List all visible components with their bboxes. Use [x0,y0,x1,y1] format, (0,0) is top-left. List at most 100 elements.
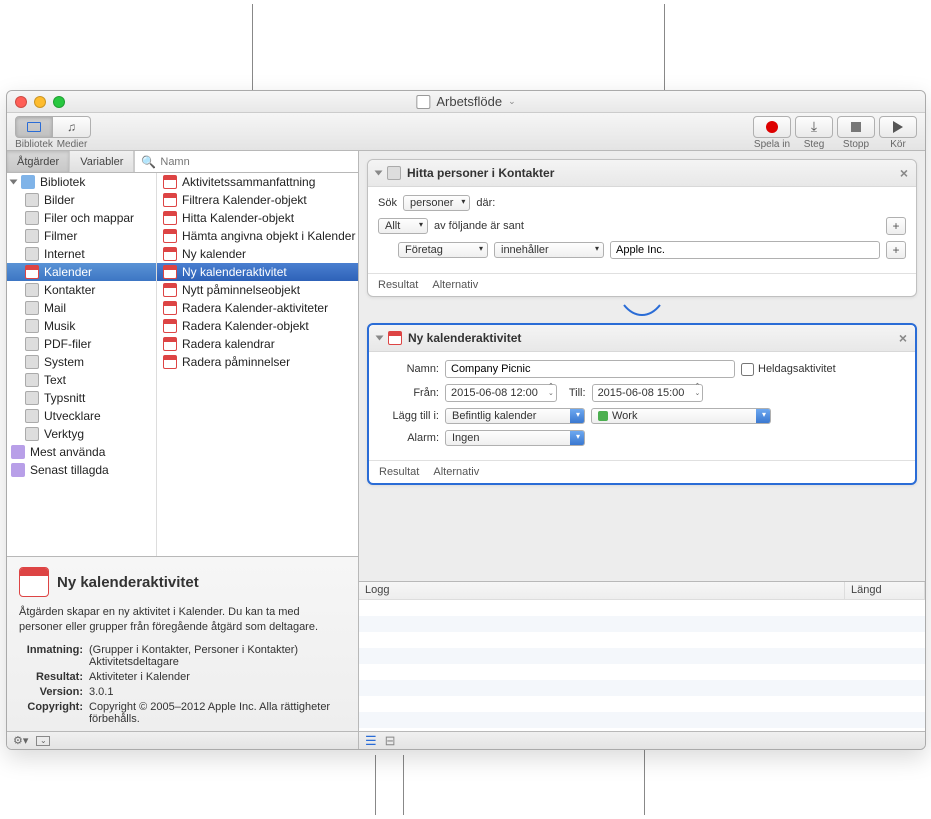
close-icon[interactable] [15,96,27,108]
library-button[interactable] [15,116,53,138]
smart-folder-item[interactable]: Senast tillagda [7,461,156,479]
close-icon[interactable]: × [900,165,908,181]
category-list[interactable]: Bibliotek BilderFiler och mapparFilmerIn… [7,173,157,556]
length-column-header[interactable]: Längd [845,582,925,599]
action-item[interactable]: Radera Kalender-aktiviteter [157,299,358,317]
scope-popup[interactable]: personer [403,195,470,211]
stop-button[interactable] [837,116,875,138]
action-item[interactable]: Ny kalenderaktivitet [157,263,358,281]
category-item[interactable]: PDF-filer [7,335,156,353]
calendar-popup[interactable]: Work [591,408,771,424]
allday-checkbox[interactable]: Heldagsaktivitet [741,363,836,376]
action-item[interactable]: Nytt påminnelseobjekt [157,281,358,299]
close-icon[interactable]: × [899,330,907,346]
category-item[interactable]: Kalender [7,263,156,281]
action-find-contacts[interactable]: Hitta personer i Kontakter × Sök persone… [367,159,917,297]
operator-popup[interactable]: innehåller [494,242,604,258]
category-icon [25,283,39,297]
category-icon [25,391,39,405]
result-tab[interactable]: Resultat [378,279,418,291]
category-icon [25,247,39,261]
smart-folder-item[interactable]: Mest använda [7,443,156,461]
add-rule-button[interactable]: + [886,217,906,235]
workflow-area[interactable]: Hitta personer i Kontakter × Sök persone… [359,151,925,581]
library-root[interactable]: Bibliotek [7,173,156,191]
calendar-icon [163,211,177,225]
category-item[interactable]: Bilder [7,191,156,209]
workflow-view-icon[interactable]: ☰ [365,733,377,749]
action-item[interactable]: Radera påminnelser [157,353,358,371]
music-icon: ♫ [67,120,76,134]
options-tab[interactable]: Alternativ [433,466,479,478]
event-name-input[interactable] [445,360,735,378]
value-input[interactable] [610,241,880,259]
search-field[interactable]: 🔍 [134,151,358,172]
action-item[interactable]: Filtrera Kalender-objekt [157,191,358,209]
category-item[interactable]: Typsnitt [7,389,156,407]
action-item[interactable]: Ny kalender [157,245,358,263]
minimize-icon[interactable] [34,96,46,108]
search-icon: 🔍 [141,155,156,169]
category-item[interactable]: System [7,353,156,371]
automator-window: Arbetsflöde ⌄ ♫ Bibliotek Medier Spela i… [6,90,926,750]
step-button[interactable]: ⤓ [795,116,833,138]
category-icon [25,193,39,207]
tab-actions[interactable]: Åtgärder [7,151,70,172]
collapse-icon[interactable]: ⌄ [36,736,50,746]
category-icon [25,211,39,225]
category-item[interactable]: Internet [7,245,156,263]
category-icon [25,301,39,315]
calendar-icon [163,283,177,297]
action-title: Hitta personer i Kontakter [407,166,554,180]
category-item[interactable]: Utvecklare [7,407,156,425]
category-icon [25,355,39,369]
category-item[interactable]: Kontakter [7,281,156,299]
calendar-icon [163,319,177,333]
category-item[interactable]: Mail [7,299,156,317]
record-button[interactable] [753,116,791,138]
from-datetime[interactable]: 2015-06-08 12:00 [445,384,557,402]
options-tab[interactable]: Alternativ [432,279,478,291]
calendar-icon [163,301,177,315]
chevron-down-icon[interactable]: ⌄ [508,96,516,107]
addto-popup[interactable]: Befintlig kalender [445,408,585,424]
action-list[interactable]: AktivitetssammanfattningFiltrera Kalende… [157,173,358,556]
category-item[interactable]: Filmer [7,227,156,245]
action-item[interactable]: Radera Kalender-objekt [157,317,358,335]
disclosure-icon[interactable] [376,336,384,341]
log-view-icon[interactable]: ⊟ [385,733,396,749]
tab-variables[interactable]: Variabler [70,151,134,172]
record-label: Spela in [754,139,790,150]
category-item[interactable]: Filer och mappar [7,209,156,227]
calendar-icon [163,229,177,243]
calendar-icon [163,355,177,369]
callout-line [375,755,376,815]
action-item[interactable]: Aktivitetssammanfattning [157,173,358,191]
all-popup[interactable]: Allt [378,218,428,234]
action-item[interactable]: Hämta angivna objekt i Kalender [157,227,358,245]
category-icon [25,265,39,279]
to-datetime[interactable]: 2015-06-08 15:00 [592,384,704,402]
alarm-popup[interactable]: Ingen [445,430,585,446]
add-condition-button[interactable]: + [886,241,906,259]
field-popup[interactable]: Företag [398,242,488,258]
action-item[interactable]: Hitta Kalender-objekt [157,209,358,227]
category-item[interactable]: Verktyg [7,425,156,443]
zoom-icon[interactable] [53,96,65,108]
category-icon [25,337,39,351]
disclosure-icon[interactable] [375,171,383,176]
action-new-calendar-event[interactable]: Ny kalenderaktivitet × Namn: Heldagsakti… [367,323,917,485]
media-button[interactable]: ♫ [53,116,91,138]
action-item[interactable]: Radera kalendrar [157,335,358,353]
category-item[interactable]: Text [7,371,156,389]
category-item[interactable]: Musik [7,317,156,335]
disclosure-icon[interactable] [10,180,18,185]
log-column-header[interactable]: Logg [359,582,845,599]
result-tab[interactable]: Resultat [379,466,419,478]
gear-icon[interactable]: ⚙︎▾ [13,734,28,747]
titlebar[interactable]: Arbetsflöde ⌄ [7,91,925,113]
media-label: Medier [53,139,91,150]
category-icon [25,373,39,387]
search-input[interactable] [160,156,352,168]
run-button[interactable] [879,116,917,138]
